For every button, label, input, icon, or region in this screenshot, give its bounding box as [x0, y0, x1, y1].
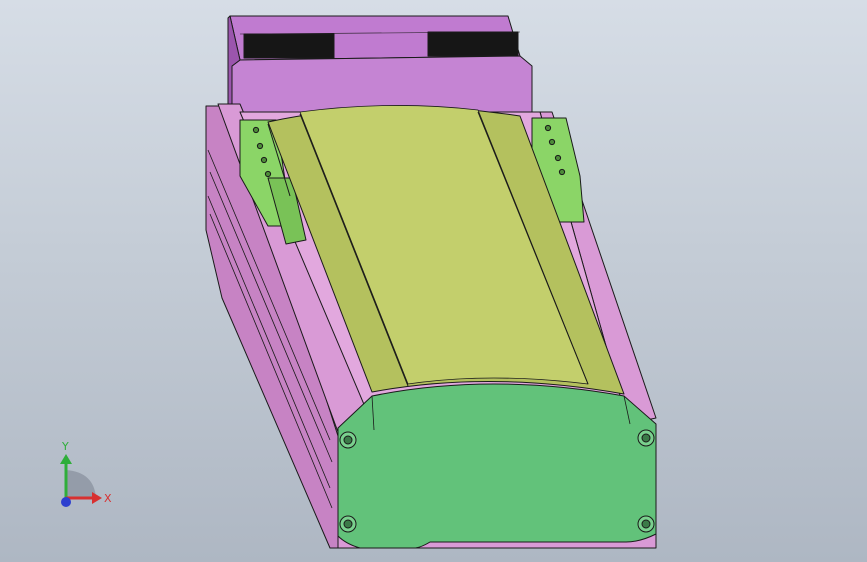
- z-axis-dot: [61, 497, 71, 507]
- motor-vent-right: [427, 31, 519, 57]
- linear-actuator-model[interactable]: [0, 0, 867, 562]
- x-axis-arrow: [92, 492, 102, 504]
- screw-bottom-left[interactable]: [339, 515, 357, 533]
- end-cap-face[interactable]: [337, 383, 657, 549]
- axis-triad: Y X: [60, 440, 112, 507]
- screw-top-left[interactable]: [339, 431, 357, 449]
- screw-bottom-right[interactable]: [637, 515, 655, 533]
- end-cap[interactable]: [337, 383, 657, 549]
- graphics-viewport[interactable]: Y X: [0, 0, 867, 562]
- triad-xy-plane: [66, 470, 96, 498]
- motor-vent-left: [243, 33, 335, 59]
- motor-front-face[interactable]: [231, 55, 533, 113]
- x-axis-label: X: [104, 492, 112, 505]
- motor-housing[interactable]: [227, 15, 533, 113]
- screw-top-right[interactable]: [637, 429, 655, 447]
- y-axis-label: Y: [61, 440, 69, 453]
- y-axis-arrow: [60, 454, 72, 464]
